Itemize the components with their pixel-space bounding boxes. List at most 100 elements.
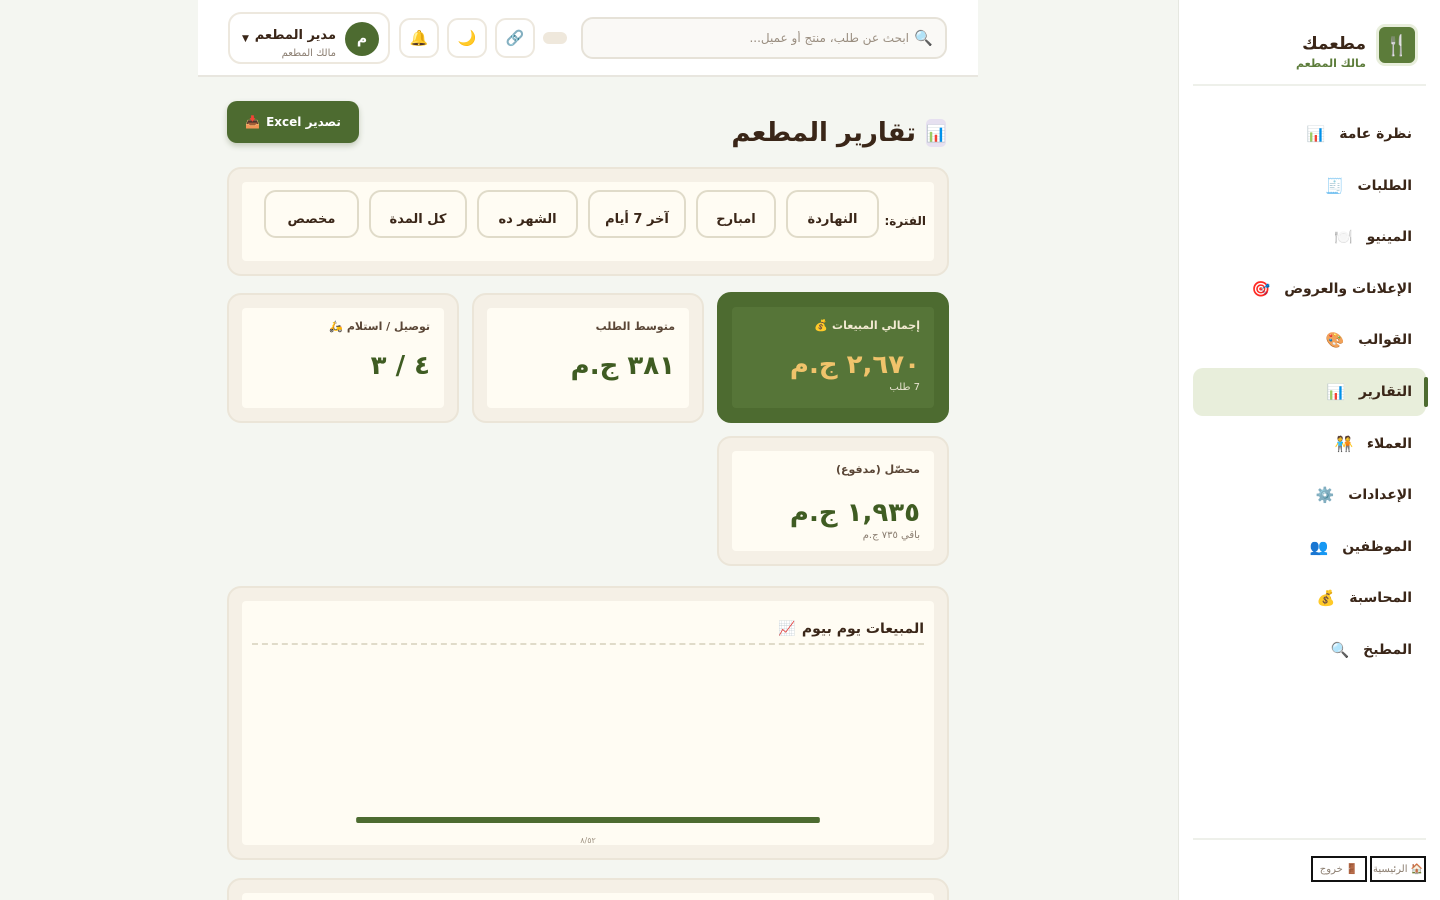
- users-icon: 👥: [1309, 537, 1329, 556]
- daily-sales-chart-card: المبيعات يوم بيوم 📈 ٨/٥٢: [227, 586, 949, 860]
- stat-value: ٣٨١ ج.م: [570, 351, 675, 381]
- chart-title-text: المبيعات يوم بيوم: [801, 621, 924, 637]
- logout-label: خروج: [1319, 863, 1343, 875]
- chart-icon: 📊: [1326, 382, 1346, 401]
- receipt-icon: 🧾: [1325, 176, 1344, 195]
- brand-name: مطعمك: [1302, 34, 1366, 54]
- next-section-card: [227, 878, 949, 900]
- user-menu[interactable]: م مدير المطعم مالك المطعم ▼: [228, 12, 390, 64]
- sidebar-item-label: الطلبات: [1357, 177, 1412, 194]
- sidebar-item-label: القوالب: [1358, 332, 1412, 349]
- daily-sales-chart: ٨/٥٢: [356, 817, 820, 845]
- period-custom-button[interactable]: مخصص: [264, 190, 359, 238]
- period-filter-card: الفترة: النهاردة امبارح آخر 7 أيام الشهر…: [227, 167, 949, 276]
- period-label: الفترة:: [884, 214, 926, 228]
- stat-value: ٢,٦٧٠ ج.م: [789, 350, 920, 380]
- notifications-button[interactable]: 🔔: [399, 18, 439, 58]
- chevron-down-icon: ▼: [242, 34, 249, 44]
- stat-subtext: 7 طلب: [889, 382, 920, 393]
- sidebar-item-staff[interactable]: الموظفين 👥: [1193, 523, 1426, 571]
- period-yesterday-button[interactable]: امبارح: [696, 190, 776, 238]
- stat-average-order: متوسط الطلب ٣٨١ ج.م: [472, 293, 704, 423]
- moon-icon: 🌙: [457, 30, 477, 47]
- plate-icon: 🍽️: [1334, 228, 1353, 247]
- sidebar-item-label: الموظفين: [1342, 538, 1412, 555]
- gear-icon: ⚙️: [1315, 486, 1335, 505]
- restaurant-logo-icon: 🍴: [1376, 24, 1418, 66]
- home-icon: 🏠: [1410, 863, 1423, 875]
- period-last7-button[interactable]: آخر 7 أيام: [588, 190, 686, 238]
- people-icon: 🧑‍🤝‍🧑: [1334, 434, 1354, 453]
- home-button[interactable]: 🏠 الرئيسية: [1370, 856, 1426, 882]
- page-title: 📊 تقارير المطعم: [731, 118, 946, 148]
- chart-area: ٨/٥٢: [252, 649, 924, 845]
- user-name: مدير المطعم: [254, 28, 336, 43]
- chart-icon: 📊: [1306, 125, 1326, 143]
- home-label: الرئيسية: [1373, 863, 1408, 875]
- stat-label: إجمالي المبيعات: [832, 319, 920, 332]
- sidebar: 🍴 مطعمك مالك المطعم نظرة عامة 📊 الطلبات …: [1178, 0, 1440, 900]
- magnifier-icon: 🔍: [1330, 640, 1350, 659]
- sidebar-item-settings[interactable]: الإعدادات ⚙️: [1193, 471, 1426, 519]
- trend-icon: 📈: [778, 621, 796, 637]
- sidebar-item-overview[interactable]: نظرة عامة 📊: [1193, 110, 1426, 158]
- stat-label: محصّل (مدفوع): [835, 463, 920, 476]
- stat-label: متوسط الطلب: [595, 320, 675, 333]
- sidebar-item-ads-offers[interactable]: الإعلانات والعروض 🎯: [1193, 265, 1426, 313]
- search-input[interactable]: [583, 19, 945, 57]
- stat-value: ٤ / ٣: [370, 351, 430, 381]
- chart-title: المبيعات يوم بيوم 📈: [778, 621, 924, 637]
- export-label: تصدير Excel: [266, 115, 341, 129]
- sidebar-item-reports[interactable]: التقارير 📊: [1193, 367, 1428, 416]
- sidebar-item-accounting[interactable]: المحاسبة 💰: [1193, 574, 1426, 622]
- money-bag-icon: 💰: [1316, 589, 1336, 608]
- stat-subtext: باقي ٧٣٥ ج.م: [862, 530, 920, 541]
- period-all-time-button[interactable]: كل المدة: [369, 190, 467, 238]
- sidebar-item-menu[interactable]: المينيو 🍽️: [1193, 213, 1426, 261]
- bell-icon: 🔔: [409, 30, 429, 47]
- user-role: مالك المطعم: [281, 48, 336, 59]
- sidebar-item-label: الإعلانات والعروض: [1284, 280, 1412, 297]
- topbar: 🔍 🔗 🌙 🔔 م مدير المطعم مالك المطعم ▼: [198, 0, 978, 77]
- download-icon: 📥: [245, 115, 261, 129]
- sidebar-footer: 🏠 الرئيسية 🚪 خروج: [1193, 838, 1426, 900]
- period-filter: الفترة: النهاردة امبارح آخر 7 أيام الشهر…: [242, 182, 934, 261]
- link-button[interactable]: 🔗: [495, 18, 535, 58]
- stat-label: توصيل / استلام: [346, 320, 430, 333]
- status-pill: [543, 32, 567, 44]
- sidebar-item-kitchen[interactable]: المطبخ 🔍: [1193, 626, 1426, 674]
- sidebar-item-label: العملاء: [1366, 435, 1412, 452]
- period-this-month-button[interactable]: الشهر ده: [477, 190, 578, 238]
- search-box: 🔍: [581, 17, 947, 59]
- period-today-button[interactable]: النهاردة: [786, 190, 879, 238]
- stat-collected: محصّل (مدفوع) ١,٩٣٥ ج.م باقي ٧٣٥ ج.م: [717, 436, 949, 566]
- chart-icon: 📊: [926, 119, 946, 147]
- brand-subtitle: مالك المطعم: [1296, 57, 1366, 70]
- palette-icon: 🎨: [1325, 331, 1345, 350]
- stat-total-sales: إجمالي المبيعات 💰 ٢,٦٧٠ ج.م 7 طلب: [717, 292, 949, 423]
- sidebar-item-label: الإعدادات: [1348, 487, 1412, 504]
- sidebar-item-orders[interactable]: الطلبات 🧾: [1193, 162, 1426, 210]
- brand: 🍴 مطعمك مالك المطعم: [1193, 22, 1426, 86]
- logout-button[interactable]: 🚪 خروج: [1311, 856, 1367, 882]
- sidebar-item-customers[interactable]: العملاء 🧑‍🤝‍🧑: [1193, 420, 1426, 468]
- avatar: م: [345, 22, 379, 56]
- stat-delivery-pickup: توصيل / استلام 🛵 ٤ / ٣: [227, 293, 459, 423]
- link-icon: 🔗: [505, 30, 525, 47]
- stat-value: ١,٩٣٥ ج.م: [789, 498, 920, 528]
- money-bag-icon: 💰: [814, 319, 829, 332]
- sidebar-item-templates[interactable]: القوالب 🎨: [1193, 316, 1426, 364]
- sidebar-item-label: المحاسبة: [1349, 590, 1412, 607]
- sidebar-item-label: المينيو: [1366, 229, 1412, 246]
- door-icon: 🚪: [1345, 863, 1359, 875]
- target-icon: 🎯: [1251, 279, 1271, 298]
- sidebar-item-label: نظرة عامة: [1339, 126, 1412, 142]
- search-icon: 🔍: [914, 29, 933, 47]
- sidebar-nav: نظرة عامة 📊 الطلبات 🧾 المينيو 🍽️ الإعلان…: [1193, 110, 1428, 678]
- sidebar-item-label: المطبخ: [1363, 641, 1412, 658]
- chart-bar[interactable]: [356, 817, 820, 823]
- dark-mode-toggle[interactable]: 🌙: [447, 18, 487, 58]
- export-excel-button[interactable]: تصدير Excel 📥: [227, 101, 359, 143]
- page-title-text: تقارير المطعم: [731, 118, 917, 148]
- chart-divider: [252, 643, 924, 645]
